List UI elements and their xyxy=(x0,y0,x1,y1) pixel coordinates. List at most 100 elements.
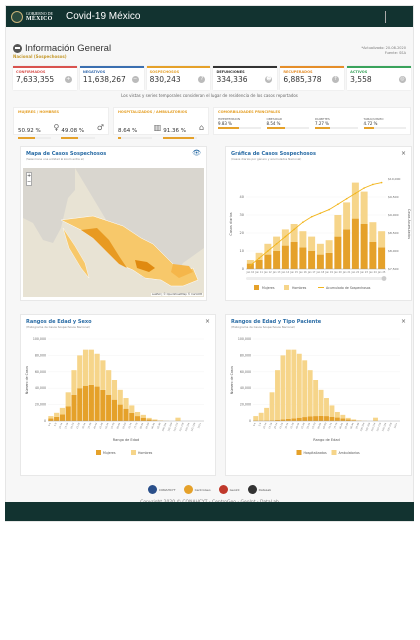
gobierno-logo[interactable]: GOBIERNO DE MÉXICO xyxy=(11,10,53,23)
bar-hospitalizados xyxy=(291,418,297,421)
x-tick-label: Jan 11 xyxy=(254,271,263,274)
summary-card-sospechosos[interactable]: SOSPECHOSOS 830,243? xyxy=(146,66,211,90)
bar-mujeres xyxy=(264,254,272,269)
bar-ambulatorios xyxy=(340,414,346,419)
zoom-out-button[interactable]: − xyxy=(27,179,31,185)
x-tick-label: Jan 10 xyxy=(246,271,255,274)
y-tick-label: 40,000 xyxy=(240,386,251,390)
age-type-panel: Rangos de Edad y Tipo Paciente (Histogra… xyxy=(225,314,412,476)
bar-mujeres xyxy=(54,416,60,421)
bar-hombres xyxy=(378,231,386,248)
comorbidity-bar xyxy=(218,127,261,129)
y2-axis-label: Casos Acumulados xyxy=(407,209,411,239)
y2-tick-label: $10,000 xyxy=(388,177,400,181)
bar-hombres xyxy=(360,191,368,224)
map-attribution[interactable]: Leaflet | © OpenStreetMap © CartoDB xyxy=(150,293,203,296)
bar-hombres xyxy=(123,398,129,409)
bar-mujeres xyxy=(273,251,281,269)
x-tick-label: 90-94 xyxy=(151,422,156,430)
x-tick-label: 55-59 xyxy=(312,422,317,430)
dashboard-frame: GOBIERNO DE MÉXICO Covid-19 México Infor… xyxy=(5,5,414,522)
zoom-controls[interactable]: + − xyxy=(26,172,32,186)
bar-hospitalizados xyxy=(307,416,313,421)
x-tick-label: 25-29 xyxy=(76,422,81,430)
x-tick-label: 20-24 xyxy=(273,422,278,430)
x-tick-label: 75-79 xyxy=(333,422,338,430)
summary-card-activos[interactable]: ACTIVOS 3,558 ◎ xyxy=(347,66,411,90)
legend-label: Mujeres xyxy=(262,286,275,290)
logo-centrogeo[interactable]: CentroGeo xyxy=(183,485,211,494)
slider-handle[interactable] xyxy=(381,276,387,281)
y-tick-label: 100,000 xyxy=(238,337,251,341)
bar-hombres xyxy=(369,222,377,242)
partner-logos: CONAHCYT CentroGeo GeoInt DataLab xyxy=(6,485,413,494)
bar-mujeres xyxy=(100,389,106,421)
summary-card-defunciones[interactable]: DEFUNCIONES 334,336 ☻ xyxy=(213,66,278,90)
x-tick-label: 70-74 xyxy=(328,422,333,430)
x-tick-label: 10-14 xyxy=(58,422,63,430)
line-point xyxy=(363,187,365,189)
hosp-pct: 8.64 % xyxy=(118,128,138,134)
comorbidity-item: HIPERTENSION 9.83 % xyxy=(218,117,261,129)
x-tick-label: 0-4 xyxy=(253,422,257,427)
hosp-bar xyxy=(118,137,152,139)
y-tick-label: 80,000 xyxy=(35,353,46,357)
logo-conahcyt[interactable]: CONAHCYT xyxy=(147,485,176,494)
x-tick-label: Jan 17 xyxy=(307,271,316,274)
logo-mark-icon xyxy=(247,485,257,494)
bar-hombres xyxy=(325,240,333,253)
legend-label: Hombres xyxy=(138,451,153,455)
y-tick-label: 80,000 xyxy=(240,353,251,357)
age-sex-chart-svg: 0 20,000 40,000 60,000 80,000 100,000 0-4 5-9 10… xyxy=(25,337,204,455)
close-icon[interactable]: × xyxy=(205,318,210,325)
x-tick-label: Jan 16 xyxy=(298,271,307,274)
bar-hombres xyxy=(59,407,66,415)
x-tick-label: Jan 21 xyxy=(342,271,351,274)
comorbidity-item: DIABETES 7.27 % xyxy=(315,117,358,129)
logo-text: CONAHCYT xyxy=(158,487,176,492)
bar-hospitalizados xyxy=(345,419,351,421)
close-icon[interactable]: × xyxy=(401,318,406,325)
bar-ambulatorios xyxy=(373,417,378,421)
y2-tick-label: $8,500 xyxy=(388,231,399,235)
daily-chart-svg: 0 10 20 30 40 $7,500 $8,000 $8,500 $9,000 $9,500 $… xyxy=(229,177,411,290)
eye-icon[interactable]: 👁 xyxy=(192,149,201,157)
close-icon[interactable]: × xyxy=(401,150,406,157)
bar-mujeres xyxy=(146,419,152,421)
mexico-map[interactable]: + − Leaflet | © OpenStreetMap © CartoDB xyxy=(23,168,204,297)
y-tick-label: 20,000 xyxy=(240,403,251,407)
bar-ambulatorios xyxy=(334,411,340,418)
seal-icon xyxy=(11,10,23,23)
y-axis-label: Casos diarios xyxy=(229,212,233,235)
age-type-subtitle: (Histograma de Casos Sospechosos Naciona… xyxy=(231,325,295,329)
x-tick-label: 130+ xyxy=(393,422,398,429)
legend-swatch xyxy=(96,450,101,455)
bar-hombres xyxy=(134,411,141,417)
legend-swatch xyxy=(296,450,302,455)
amb-pct: 91.36 % xyxy=(163,128,186,134)
y-tick-label: 60,000 xyxy=(240,370,251,374)
bottom-bar xyxy=(5,502,414,521)
summary-card-recuperados[interactable]: RECUPERADOS 6,885,378 ↑ xyxy=(280,66,345,90)
bar-hombres xyxy=(146,417,152,420)
range-slider[interactable] xyxy=(246,277,386,280)
bar-hospitalizados xyxy=(296,417,302,421)
map-svg xyxy=(23,168,204,297)
line-point xyxy=(275,243,278,245)
x-tick-label: 65-69 xyxy=(322,422,327,430)
hospital-icon: ▥ xyxy=(153,123,162,132)
bar-ambulatorios xyxy=(285,349,291,419)
bar-hombres xyxy=(77,355,83,389)
bar-hombres xyxy=(281,229,289,246)
summary-card-confirmados[interactable]: CONFIRMADOS 7,633,355 + xyxy=(13,66,77,90)
data-source: Fuente: SSA xyxy=(384,51,406,55)
logo-geoint[interactable]: GeoInt xyxy=(218,485,240,494)
legend-label: Acumulado de Sospechosos xyxy=(326,286,371,290)
logo-datalab[interactable]: DataLab xyxy=(247,485,271,494)
comorbidity-item: OBESIDAD 8.54 % xyxy=(266,117,309,129)
summary-card-negativos[interactable]: NEGATIVOS 11,638,267− xyxy=(79,66,144,90)
comorbidity-bar xyxy=(266,127,309,129)
header-divider xyxy=(385,11,386,23)
card-icon: − xyxy=(131,76,139,83)
hospital-heading: HOSPITALIZADOS / AMBULATORIOS xyxy=(118,110,188,114)
